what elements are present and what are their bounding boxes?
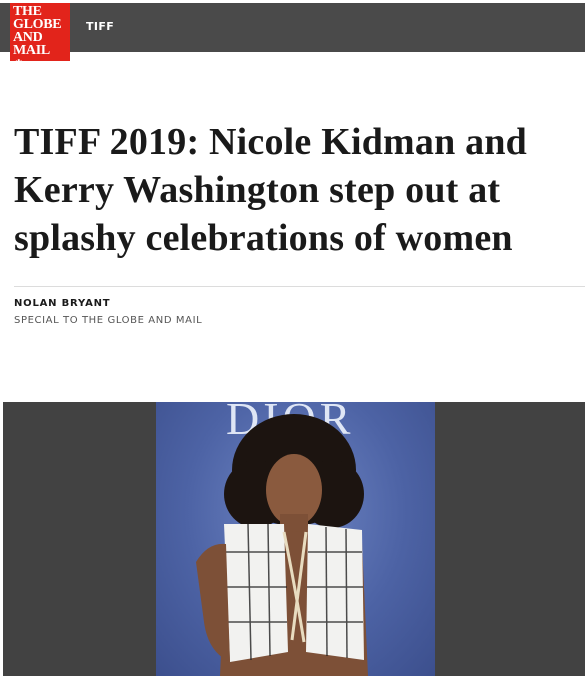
lead-photo: DIOR: [156, 402, 435, 676]
logo-line-4: MAIL ✱: [13, 44, 70, 70]
author-role: SPECIAL TO THE GLOBE AND MAIL: [14, 315, 203, 326]
lead-image-container[interactable]: DIOR: [3, 402, 585, 676]
byline-divider: [14, 286, 585, 287]
article-headline: TIFF 2019: Nicole Kidman and Kerry Washi…: [14, 121, 527, 259]
author-name[interactable]: NOLAN BRYANT: [14, 298, 110, 309]
globe-and-mail-logo[interactable]: THE GLOBE AND MAIL ✱: [10, 3, 70, 68]
maple-leaf-icon: ✱: [15, 58, 23, 68]
section-link-tiff[interactable]: TIFF: [86, 20, 114, 33]
site-header: THE GLOBE AND MAIL ✱ TIFF: [0, 0, 585, 68]
photo-subject: [196, 414, 368, 676]
